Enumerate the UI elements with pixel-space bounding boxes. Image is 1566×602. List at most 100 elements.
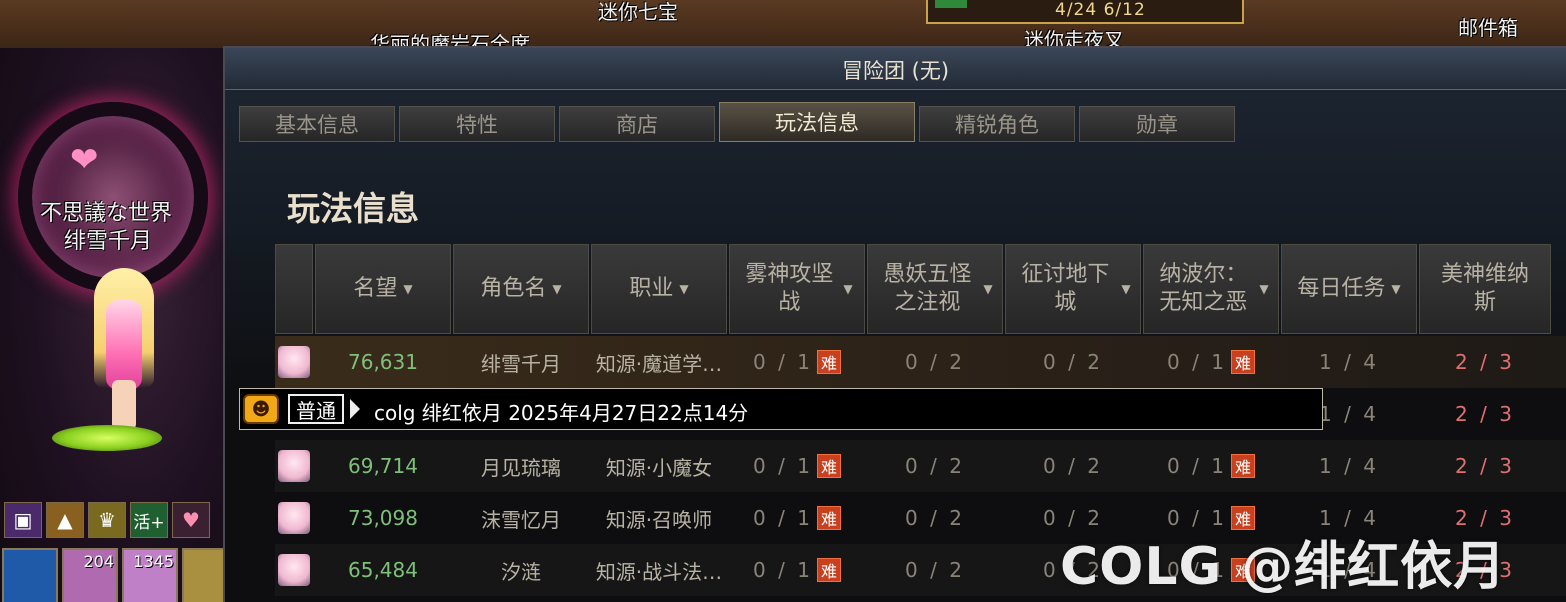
land-icon[interactable]: ▲: [46, 502, 84, 538]
skill-count: 1345: [133, 552, 174, 571]
column-header-label: 纳波尔：无知之恶: [1159, 262, 1248, 315]
column-header-label: 职业: [629, 276, 674, 301]
row-dungeon: 0 / 2: [1005, 336, 1141, 388]
row-nabol: 0 / 1难: [1143, 336, 1279, 388]
chat-emoji-icon[interactable]: ☻: [243, 394, 279, 424]
table-row[interactable]: 76,631 绯雪千月 知源·魔道学… 0 / 1难0 / 20 / 20 / 1难1…: [275, 336, 1566, 388]
row-dungeon-value: 0 / 2: [1043, 454, 1103, 478]
character-avatar-icon: [278, 554, 310, 586]
row-job: 知源·召唤师: [591, 492, 727, 544]
tab-elite-characters[interactable]: 精锐角色: [919, 106, 1075, 142]
buff-active-plus[interactable]: 活+: [130, 502, 168, 538]
row-name: 月见琉璃: [453, 440, 589, 492]
skill-slot-3[interactable]: 1345: [122, 548, 178, 602]
row-name: 汐涟: [453, 544, 589, 596]
ice-sword-skill-icon[interactable]: [2, 548, 58, 602]
row-job-value: 知源·战斗法…: [595, 559, 723, 584]
column-header-nabol[interactable]: 纳波尔：无知之恶 ▼: [1143, 244, 1279, 334]
skill-slot-2[interactable]: 204: [62, 548, 118, 602]
sort-arrow-icon: ▼: [843, 282, 853, 296]
sort-arrow-icon: ▼: [1391, 282, 1401, 296]
heart-buff-icon[interactable]: ♥: [172, 502, 210, 538]
heart-icon: ❤: [70, 140, 99, 180]
column-header-dungeon-conquest[interactable]: 征讨地下城 ▼: [1005, 244, 1141, 334]
character-legs: [112, 380, 136, 430]
row-avatar: [275, 544, 313, 596]
row-name: 绯雪千月: [453, 336, 589, 388]
column-header-name[interactable]: 角色名 ▼: [453, 244, 589, 334]
player-name: 绯雪千月: [64, 229, 153, 254]
colg-watermark: COLG @绯红依月: [1060, 537, 1507, 597]
column-header-label: 美神维纳斯: [1440, 262, 1529, 315]
player-character[interactable]: [84, 260, 164, 440]
row-mist-raid: 0 / 1难: [729, 336, 865, 388]
row-five-demons-value: 0 / 2: [905, 506, 965, 530]
row-name-value: 沫雪忆月: [481, 507, 561, 532]
chat-message-text: colg 绯红依月 2025年4月27日22点14分: [374, 401, 749, 425]
column-header-label: 愚妖五怪之注视: [883, 262, 972, 315]
row-mist-raid-value: 0 / 1: [753, 350, 813, 374]
row-daily-value: 1 / 4: [1319, 402, 1379, 426]
row-five-demons-value: 0 / 2: [905, 558, 965, 582]
row-job: 知源·战斗法…: [591, 544, 727, 596]
sort-arrow-icon: ▼: [403, 282, 413, 296]
row-fame: 65,484: [315, 544, 451, 596]
hard-mode-badge: 难: [816, 350, 841, 374]
column-header-job[interactable]: 职业 ▼: [591, 244, 727, 334]
row-avatar: [275, 492, 313, 544]
crown-icon[interactable]: ♛: [88, 502, 126, 538]
column-header-venus[interactable]: 美神维纳斯: [1419, 244, 1551, 334]
tab-traits[interactable]: 特性: [399, 106, 555, 142]
tab-medals[interactable]: 勋章: [1079, 106, 1235, 142]
row-five-demons: 0 / 2: [867, 440, 1003, 492]
row-daily: 1 / 4: [1281, 336, 1417, 388]
column-header-fame[interactable]: 名望 ▼: [315, 244, 451, 334]
row-daily-value: 1 / 4: [1319, 454, 1379, 478]
character-ground-marker: [52, 425, 162, 451]
tab-basic-info[interactable]: 基本信息: [239, 106, 395, 142]
row-fame: 69,714: [315, 440, 451, 492]
row-job-value: 知源·小魔女: [605, 455, 713, 480]
column-header-daily-quest[interactable]: 每日任务 ▼: [1281, 244, 1417, 334]
tab-shop[interactable]: 商店: [559, 106, 715, 142]
row-name: 沫雪忆月: [453, 492, 589, 544]
row-name-value: 绯雪千月: [481, 351, 561, 376]
row-five-demons: 0 / 2: [867, 544, 1003, 596]
row-mist-raid-value: 0 / 1: [753, 454, 813, 478]
row-nabol-value: 0 / 1: [1167, 350, 1227, 374]
row-mist-raid-value: 0 / 1: [753, 558, 813, 582]
column-header-mist-raid[interactable]: 雾神攻坚战 ▼: [729, 244, 865, 334]
row-mist-raid: 0 / 1难: [729, 440, 865, 492]
column-header-label: 每日任务: [1297, 276, 1386, 301]
row-fame-value: 73,098: [348, 506, 418, 530]
row-venus: 2 / 3: [1419, 440, 1551, 492]
row-nabol: 0 / 1难: [1143, 440, 1279, 492]
column-header-five-demons[interactable]: 愚妖五怪之注视 ▼: [867, 244, 1003, 334]
cube-icon[interactable]: ▣: [4, 502, 42, 538]
row-job: 知源·小魔女: [591, 440, 727, 492]
row-five-demons: 0 / 2: [867, 336, 1003, 388]
character-avatar-icon: [278, 450, 310, 482]
tab-bar: 基本信息 特性 商店 玩法信息 精锐角色 勋章: [239, 102, 1235, 142]
column-header-label: 名望: [353, 276, 398, 301]
npc-label-mini-qibao[interactable]: 迷你七宝: [598, 0, 678, 25]
buff-bar: ▣ ▲ ♛ 活+ ♥: [4, 502, 210, 538]
hard-mode-badge: 难: [816, 454, 841, 478]
table-row[interactable]: 69,714 月见琉璃 知源·小魔女 0 / 1难0 / 20 / 20 / 1难1 …: [275, 440, 1566, 492]
column-header-avatar: [275, 244, 313, 334]
chat-channel-badge[interactable]: 普通: [288, 394, 344, 424]
chat-message-bar[interactable]: ☻ 普通 colg 绯红依月 2025年4月27日22点14分: [239, 388, 1323, 430]
row-fame-value: 76,631: [348, 350, 418, 374]
window-titlebar[interactable]: 冒险团 (无): [225, 48, 1566, 90]
row-daily-value: 1 / 4: [1319, 350, 1379, 374]
chat-channel-arrow-icon: [350, 399, 360, 419]
row-fame-value: 69,714: [348, 454, 418, 478]
column-header-label: 角色名: [480, 276, 547, 301]
mailbox-label[interactable]: 邮件箱: [1458, 12, 1518, 41]
hard-mode-badge: 难: [1230, 350, 1255, 374]
sort-arrow-icon: ▼: [552, 282, 562, 296]
row-fame: 76,631: [315, 336, 451, 388]
sort-arrow-icon: ▼: [1121, 282, 1131, 296]
tab-gameplay-info[interactable]: 玩法信息: [719, 102, 915, 142]
column-header-label: 征讨地下城: [1021, 262, 1110, 315]
